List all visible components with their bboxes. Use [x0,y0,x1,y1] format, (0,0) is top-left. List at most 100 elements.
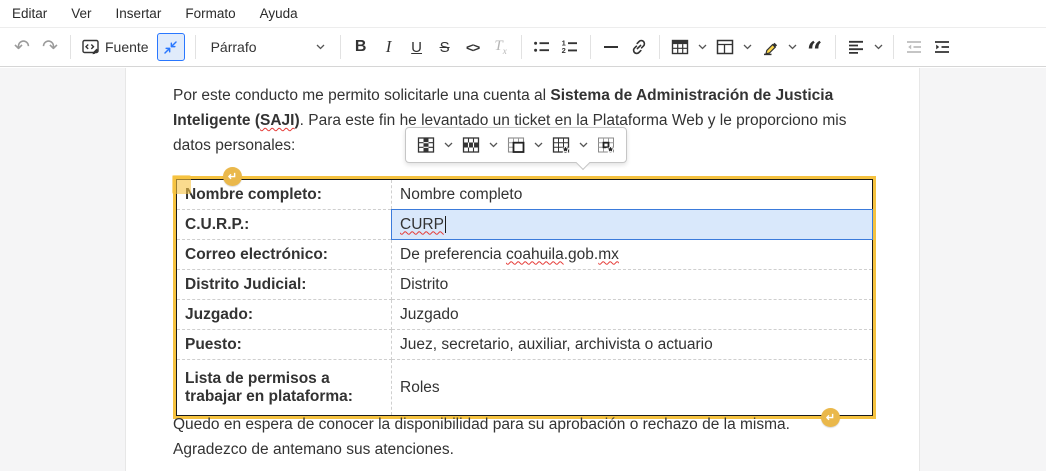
table-widget[interactable]: ↵ ↵ Nombre completo: Nombre completo C.U… [172,167,876,427]
paragraph-closing-1[interactable]: Quedo en espera de conocer la disponibil… [173,412,877,437]
intro-text-start: Por este conducto me permito solicitarle… [173,87,551,104]
insert-paragraph-after-button[interactable]: ↵ [821,408,840,427]
cell-juzgado-value[interactable]: Juzgado [391,299,873,330]
text-alignment-icon [846,37,866,57]
undo-button[interactable]: ↶ [8,33,36,61]
source-editing-icon [81,37,101,57]
table-row: Juzgado: Juzgado [176,299,873,330]
outdent-button[interactable] [900,33,928,61]
paragraph-closing-2[interactable]: Agradezco de antemano sus atenciones. [173,437,877,462]
cell-juzgado-label[interactable]: Juzgado: [176,299,392,330]
bold-icon: B [354,38,367,55]
cell-puesto-value[interactable]: Juez, secretario, auxiliar, archivista o… [391,329,873,360]
cell-distrito-label[interactable]: Distrito Judicial: [176,269,392,300]
table-row: Lista de permisos a trabajar en platafor… [176,359,873,416]
toolbar-separator [892,35,894,59]
cell-nombre-value[interactable]: Nombre completo [391,179,873,210]
chevron-down-icon[interactable] [743,44,752,50]
source-editing-label: Fuente [105,39,149,55]
table-row: Nombre completo: Nombre completo [176,179,873,210]
menu-insertar[interactable]: Insertar [116,6,162,21]
main-toolbar: ↶ ↷ Fuente Párrafo B I U S <> Tx 1 2 “ [0,28,1046,67]
chevron-down-icon[interactable] [534,142,543,148]
paragraph-style-label: Párrafo [210,39,257,55]
cell-correo-value[interactable]: De preferencia coahuila.gob.mx [391,239,873,270]
table-row: C.U.R.P.: CURP [176,209,873,240]
text-alignment-button[interactable] [842,33,870,61]
cell-properties-button[interactable] [591,131,621,159]
toolbar-separator [834,35,836,59]
cell-permisos-value[interactable]: Roles [391,359,873,416]
table-properties-icon [551,135,571,155]
strikethrough-button[interactable]: S [431,33,459,61]
menu-editar[interactable]: Editar [12,6,47,21]
toolbar-separator [589,35,591,59]
cell-curp-value-selected[interactable]: CURP [391,209,873,240]
merge-cells-button[interactable] [501,131,531,159]
data-table: Nombre completo: Nombre completo C.U.R.P… [176,179,873,416]
highlighter-icon [760,37,780,57]
toolbar-separator [339,35,341,59]
menu-ayuda[interactable]: Ayuda [260,6,298,21]
cell-permisos-label[interactable]: Lista de permisos a trabajar en platafor… [176,359,392,416]
chevron-down-icon [316,44,325,50]
insert-table-button[interactable] [666,33,694,61]
chevron-down-icon[interactable] [874,44,883,50]
underline-button[interactable]: U [403,33,431,61]
menu-formato[interactable]: Formato [185,6,235,21]
merge-cells-icon [506,135,526,155]
undo-icon: ↶ [14,36,30,58]
italic-icon: I [385,37,392,56]
table-drag-handle-icon[interactable] [172,175,191,194]
link-icon [629,37,649,57]
highlighter-button[interactable] [756,33,784,61]
editor-window: Editar Ver Insertar Formato Ayuda ↶ ↷ Fu… [0,0,1046,471]
bulleted-list-icon [532,37,552,57]
svg-text:2: 2 [561,46,565,55]
table-properties-button[interactable] [546,131,576,159]
correo-text-2: .gob. [563,245,599,263]
cell-nombre-label[interactable]: Nombre completo: [176,179,392,210]
chevron-down-icon[interactable] [698,44,707,50]
indent-button[interactable] [928,33,956,61]
menu-bar: Editar Ver Insertar Formato Ayuda [0,0,1046,28]
chevron-down-icon[interactable] [444,142,453,148]
insert-table-icon [670,37,690,57]
collapse-view-button[interactable] [156,33,185,61]
table-row: Distrito Judicial: Distrito [176,269,873,300]
chevron-down-icon[interactable] [788,44,797,50]
toolbar-separator [658,35,660,59]
source-editing-button[interactable]: Fuente [77,33,153,61]
strikethrough-icon: S [439,38,450,56]
cell-correo-label[interactable]: Correo electrónico: [176,239,392,270]
menu-ver[interactable]: Ver [71,6,91,21]
layout-table-icon [715,37,735,57]
bold-button[interactable]: B [347,33,375,61]
toolbar-separator [70,35,71,59]
redo-button[interactable]: ↷ [36,33,64,61]
layout-table-button[interactable] [711,33,739,61]
table-row-button[interactable] [456,131,486,159]
table-row: Puesto: Juez, secretario, auxiliar, arch… [176,329,873,360]
italic-button[interactable]: I [375,33,403,61]
table-column-icon [416,135,436,155]
cell-puesto-label[interactable]: Puesto: [176,329,392,360]
table-row: Correo electrónico: De preferencia coahu… [176,239,873,270]
bulleted-list-button[interactable] [528,33,556,61]
link-button[interactable] [625,33,653,61]
numbered-list-button[interactable]: 1 2 [556,33,584,61]
remove-format-button[interactable]: Tx [487,33,515,61]
chevron-down-icon[interactable] [579,142,588,148]
text-cursor [444,215,446,233]
cell-curp-label[interactable]: C.U.R.P.: [176,209,392,240]
block-quote-button[interactable]: “ [801,33,829,66]
table-column-button[interactable] [411,131,441,159]
cell-distrito-value[interactable]: Distrito [391,269,873,300]
insert-paragraph-before-button[interactable]: ↵ [223,167,242,186]
code-button[interactable]: <> [459,33,487,61]
chevron-down-icon[interactable] [489,142,498,148]
table-balloon-toolbar [405,127,627,171]
horizontal-line-icon [601,37,621,57]
horizontal-line-button[interactable] [597,33,625,61]
paragraph-style-dropdown[interactable]: Párrafo [202,33,334,61]
